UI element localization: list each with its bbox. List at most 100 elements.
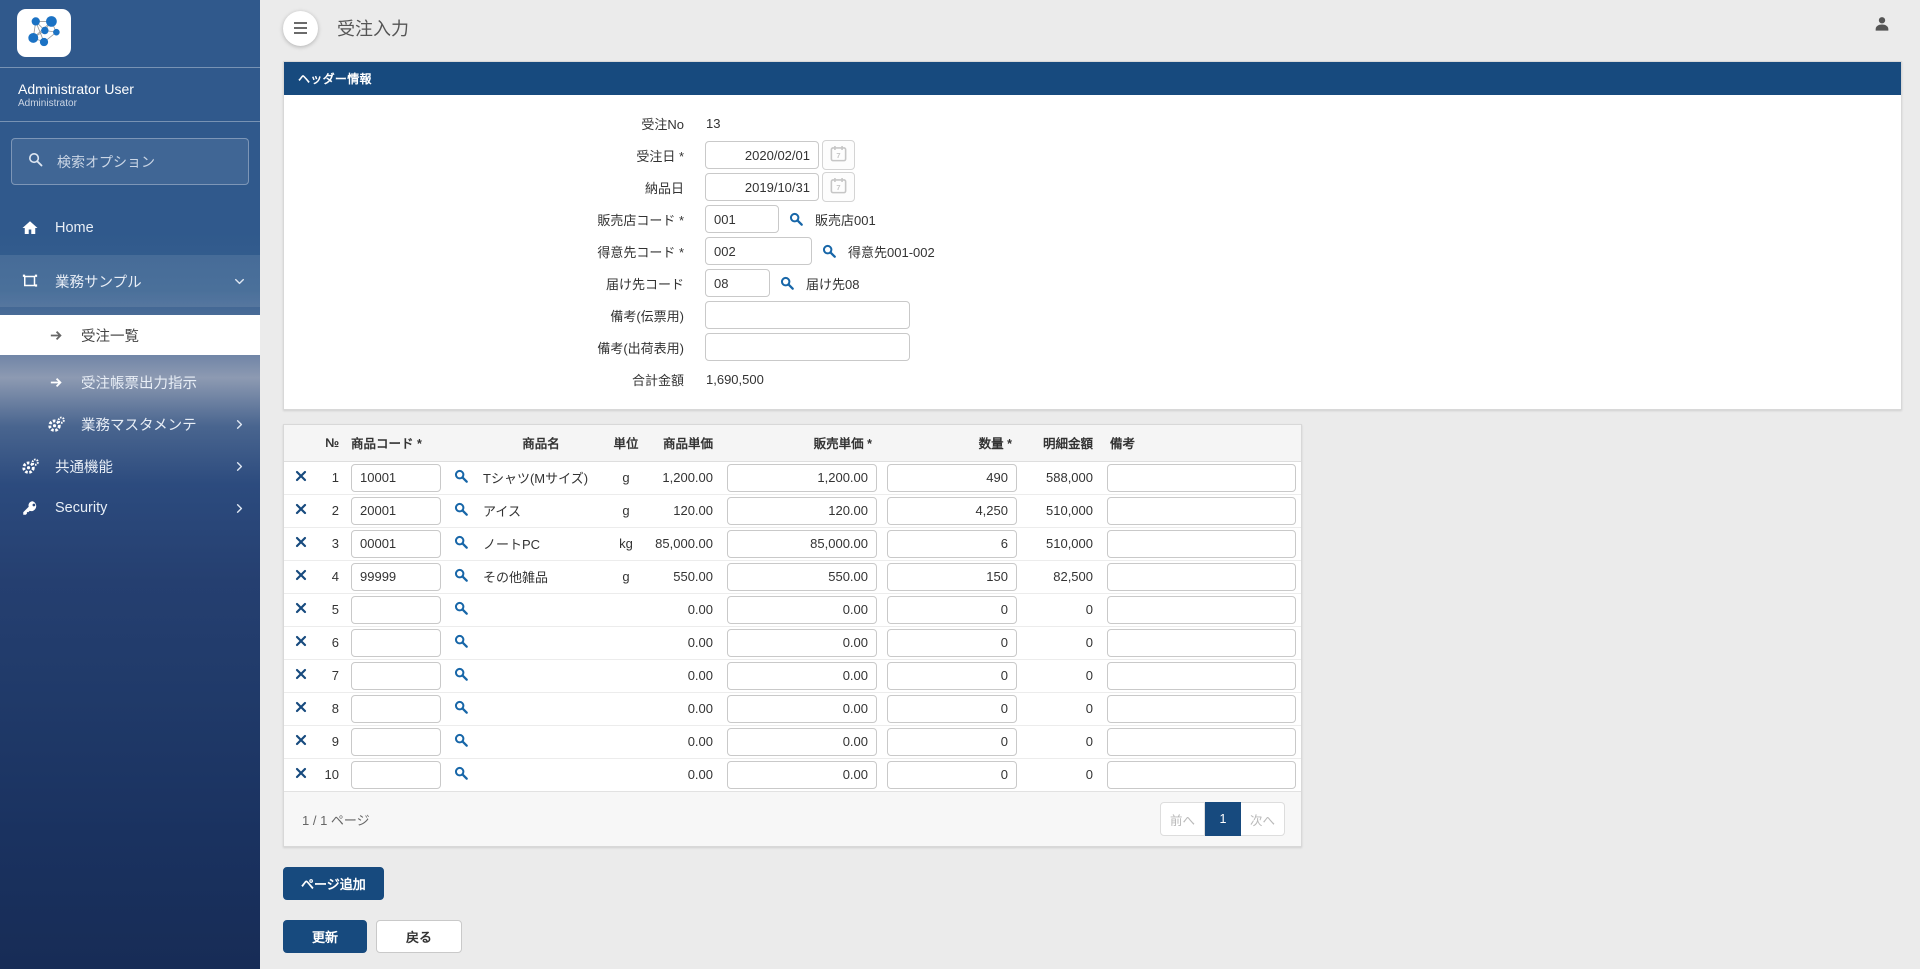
line-remark-input[interactable] [1107,596,1296,624]
sales-price-input[interactable] [727,728,877,756]
customer-code-input[interactable] [705,237,812,265]
product-code-input[interactable] [351,662,441,690]
product-code-input[interactable] [351,596,441,624]
add-page-button[interactable]: ページ追加 [283,867,384,900]
quantity-input[interactable] [887,464,1017,492]
dealer-code-input[interactable] [705,205,779,233]
product-search-icon[interactable] [453,501,469,517]
product-search-icon[interactable] [453,732,469,748]
product-search-icon[interactable] [453,567,469,583]
remark-slip-input[interactable] [705,301,910,329]
window-icon [20,272,40,290]
product-search-icon[interactable] [453,534,469,550]
shipto-code-input[interactable] [705,269,770,297]
delete-row-icon[interactable] [295,635,307,647]
product-code-input[interactable] [351,497,441,525]
line-remark-input[interactable] [1107,629,1296,657]
product-search-icon[interactable] [453,666,469,682]
menu-toggle-button[interactable] [283,11,318,46]
line-remark-input[interactable] [1107,728,1296,756]
order-date-calendar-button[interactable]: 7 [822,140,855,170]
order-date-input[interactable] [705,141,819,169]
next-page-button[interactable]: 次へ [1241,802,1285,836]
sales-price-input[interactable] [727,530,877,558]
sidebar-search-input[interactable] [55,153,233,171]
sidebar-search-box[interactable] [11,138,249,185]
product-code-input[interactable] [351,695,441,723]
product-search-icon[interactable] [453,765,469,781]
product-code-input[interactable] [351,563,441,591]
update-button[interactable]: 更新 [283,920,367,953]
product-code-input[interactable] [351,761,441,789]
back-button[interactable]: 戻る [376,920,462,953]
app-logo[interactable] [17,9,71,57]
quantity-input[interactable] [887,629,1017,657]
dealer-search-icon[interactable] [788,211,804,227]
user-account-button[interactable] [1866,13,1898,38]
sidebar-item-home[interactable]: Home [0,207,260,249]
sales-price-input[interactable] [727,464,877,492]
product-search-cell [446,692,476,725]
quantity-input[interactable] [887,728,1017,756]
sales-price-input[interactable] [727,662,877,690]
line-remark-input[interactable] [1107,497,1296,525]
topbar: 受注入力 [283,0,1920,56]
quantity-input[interactable] [887,596,1017,624]
sidebar-item-security[interactable]: Security [0,487,260,529]
delivery-date-calendar-button[interactable]: 7 [822,172,855,202]
delete-row-icon[interactable] [295,734,307,746]
customer-code-label: 得意先コード * [284,242,705,261]
customer-search-icon[interactable] [821,243,837,259]
line-remark-input[interactable] [1107,464,1296,492]
sales-price-input[interactable] [727,629,877,657]
sales-price-input[interactable] [727,563,877,591]
sidebar-item-juchu-chohyo[interactable]: 受注帳票出力指示 [0,361,260,403]
sales-price-input[interactable] [727,596,877,624]
product-code-input[interactable] [351,530,441,558]
sales-price-input[interactable] [727,497,877,525]
remark-shipping-input[interactable] [705,333,910,361]
delete-row-icon[interactable] [295,602,307,614]
delete-row-icon[interactable] [295,536,307,548]
quantity-input[interactable] [887,497,1017,525]
sales-price-input[interactable] [727,695,877,723]
product-code-cell [346,494,446,527]
product-search-icon[interactable] [453,633,469,649]
row-number: 9 [318,725,346,758]
arrow-right-icon [46,374,66,391]
quantity-input[interactable] [887,761,1017,789]
sidebar-item-kyotsu-kino[interactable]: 共通機能 [0,445,260,487]
delete-row-icon[interactable] [295,569,307,581]
svg-text:7: 7 [836,183,840,192]
quantity-input[interactable] [887,530,1017,558]
line-remark-input[interactable] [1107,530,1296,558]
sidebar-item-gyomu-master[interactable]: 業務マスタメンテ [0,403,260,445]
quantity-input[interactable] [887,695,1017,723]
line-remark-input[interactable] [1107,563,1296,591]
chevron-down-icon [233,275,246,288]
product-search-icon[interactable] [453,468,469,484]
product-search-icon[interactable] [453,699,469,715]
delivery-date-input[interactable] [705,173,819,201]
delete-row-icon[interactable] [295,701,307,713]
sidebar-item-gyomu-sample[interactable]: 業務サンプル [0,255,260,307]
delete-row-icon[interactable] [295,767,307,779]
shipto-search-icon[interactable] [779,275,795,291]
line-remark-input[interactable] [1107,761,1296,789]
delete-row-icon[interactable] [295,470,307,482]
line-remark-input[interactable] [1107,695,1296,723]
unit-price: 550.00 [646,560,722,593]
product-code-input[interactable] [351,464,441,492]
product-code-input[interactable] [351,629,441,657]
product-code-input[interactable] [351,728,441,756]
current-page-button[interactable]: 1 [1205,802,1241,836]
sales-price-input[interactable] [727,761,877,789]
sidebar-item-juchu-ichiran[interactable]: 受注一覧 [0,315,260,355]
prev-page-button[interactable]: 前へ [1160,802,1205,836]
product-search-icon[interactable] [453,600,469,616]
line-remark-input[interactable] [1107,662,1296,690]
quantity-input[interactable] [887,662,1017,690]
quantity-input[interactable] [887,563,1017,591]
delete-row-icon[interactable] [295,503,307,515]
delete-row-icon[interactable] [295,668,307,680]
